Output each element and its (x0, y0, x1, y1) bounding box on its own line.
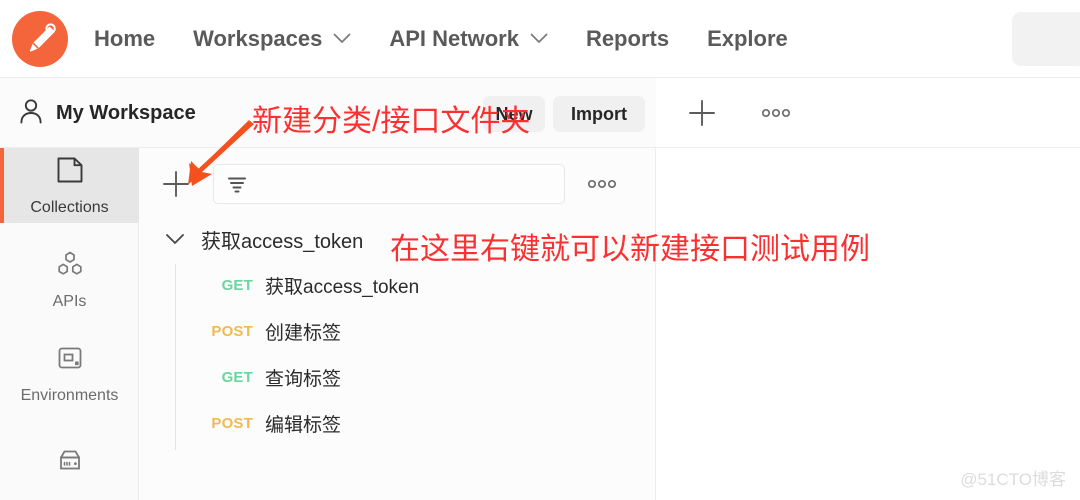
nav-label: API Network (389, 25, 519, 51)
tab-strip-ellipsis-icon[interactable] (761, 108, 791, 118)
collections-icon (55, 155, 85, 190)
nav-label: Workspaces (193, 25, 323, 51)
collection-folder-name: 获取access_token (201, 230, 364, 253)
nav-label: Explore (707, 25, 788, 51)
apis-icon (55, 249, 85, 284)
request-method: GET (221, 276, 253, 294)
user-icon (18, 97, 44, 130)
sidebar-rail: Collections APIs Environments (0, 148, 139, 500)
nav-item-explore[interactable]: Explore (707, 26, 788, 52)
app-header: Home Workspaces API Network Reports Expl… (0, 0, 1080, 78)
import-button[interactable]: Import (553, 96, 645, 132)
request-method: POST (211, 414, 253, 432)
collections-ellipsis-icon[interactable] (587, 179, 617, 189)
chevron-down-icon (530, 33, 548, 44)
request-row[interactable]: GET 获取access_token (175, 262, 656, 308)
environments-icon (55, 343, 85, 378)
nav-label: Reports (585, 25, 670, 51)
nav-item-workspaces[interactable]: Workspaces (193, 26, 351, 52)
sidebar-item-environments[interactable]: Environments (0, 336, 139, 411)
chevron-down-icon[interactable] (165, 233, 185, 245)
request-name: 查询标签 (265, 368, 342, 390)
request-method: POST (211, 322, 253, 340)
mock-servers-icon (55, 446, 85, 481)
main-content-area (656, 148, 1080, 500)
rail-spacer (0, 317, 138, 336)
sidebar-item-label: APIs (52, 292, 87, 310)
request-row[interactable]: POST 编辑标签 (175, 400, 656, 446)
collection-folder-row[interactable]: 获取access_token (139, 216, 656, 262)
rail-spacer (0, 223, 138, 242)
workspace-name: My Workspace (56, 101, 196, 124)
request-name: 编辑标签 (265, 414, 342, 436)
tab-strip (656, 78, 1080, 148)
collections-panel: 获取access_token GET 获取access_token POST 创… (139, 148, 656, 500)
sidebar-item-apis[interactable]: APIs (0, 242, 139, 317)
rail-spacer (0, 411, 138, 430)
nav-item-api-network[interactable]: API Network (389, 26, 548, 52)
request-row[interactable]: POST 创建标签 (175, 308, 656, 354)
new-button[interactable]: New (483, 96, 545, 132)
filter-icon[interactable] (226, 174, 248, 194)
collections-search-box[interactable] (213, 164, 565, 204)
header-search-box[interactable] (1012, 12, 1080, 66)
new-button-label: New (495, 103, 533, 124)
request-name: 创建标签 (265, 322, 342, 344)
nav-label: Home (94, 25, 156, 51)
collection-tree: 获取access_token GET 获取access_token POST 创… (139, 216, 656, 450)
workspace-selector[interactable]: My Workspace (18, 78, 196, 148)
nav-item-home[interactable]: Home (94, 26, 155, 52)
request-name: 获取access_token (265, 276, 420, 298)
sidebar-item-mock-servers[interactable] (0, 430, 139, 500)
request-row[interactable]: GET 查询标签 (175, 354, 656, 400)
add-collection-plus-icon[interactable] (161, 169, 191, 199)
request-method: GET (221, 368, 253, 386)
chevron-down-icon (333, 33, 351, 44)
nav-item-reports[interactable]: Reports (586, 26, 669, 52)
primary-nav: Home Workspaces API Network Reports Expl… (94, 0, 826, 77)
collections-toolbar (139, 160, 656, 208)
sidebar-item-label: Collections (30, 198, 109, 216)
collections-search-input[interactable] (256, 175, 564, 193)
postman-logo-icon[interactable] (12, 10, 68, 67)
sidebar-item-collections[interactable]: Collections (0, 148, 139, 223)
collection-requests: GET 获取access_token POST 创建标签 GET 查询标签 PO… (139, 262, 656, 450)
sidebar-item-label: Environments (20, 386, 119, 404)
new-tab-plus-icon[interactable] (687, 98, 717, 128)
import-button-label: Import (571, 103, 627, 124)
postman-app-window: Home Workspaces API Network Reports Expl… (0, 0, 1080, 500)
